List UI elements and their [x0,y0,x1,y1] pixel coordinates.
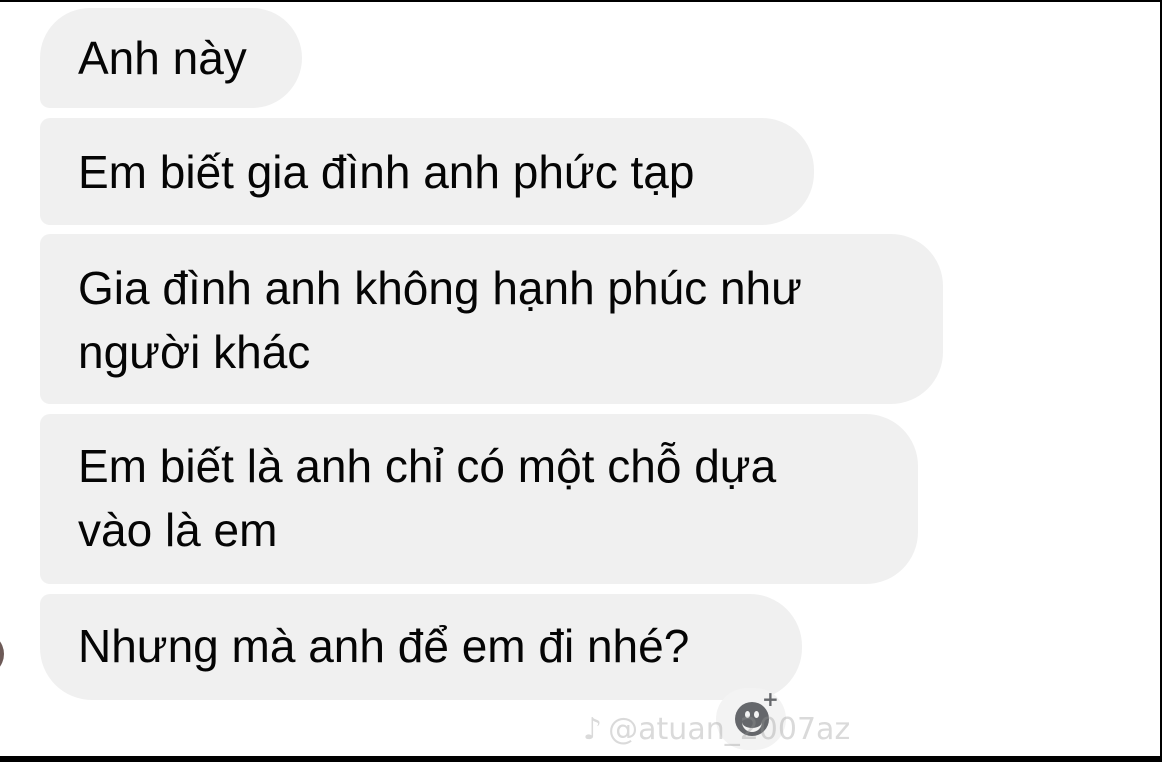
message-bubble[interactable]: Em biết là anh chỉ có một chỗ dựa vào là… [40,414,918,584]
message-bubble[interactable]: Anh này [40,8,302,108]
message-text-line: Em biết là anh chỉ có một chỗ dựa [78,440,777,492]
message-text-line: Em biết gia đình anh phức tạp [78,146,695,198]
message-text-line: vào là em [78,504,278,556]
plus-icon: + [762,687,779,711]
message-text-line: người khác [78,326,311,378]
message-bubble[interactable]: Nhưng mà anh để em đi nhé? [40,594,802,700]
message-text-line: Gia đình anh không hạnh phúc như [78,262,802,314]
message-text-line: Nhưng mà anh để em đi nhé? [78,620,690,672]
message-bubble[interactable]: Gia đình anh không hạnh phúc như người k… [40,234,943,404]
watermark-handle: @atuan_2007az [608,712,851,747]
sender-avatar[interactable] [0,632,4,676]
message-bubble[interactable]: Em biết gia đình anh phức tạp [40,118,814,225]
watermark: ♪ @atuan_2007az [583,710,850,750]
tiktok-logo-icon: ♪ [583,712,603,747]
chat-screen: Anh này Em biết gia đình anh phức tạp Gi… [0,2,1160,756]
message-text-line: Anh này [78,32,247,84]
